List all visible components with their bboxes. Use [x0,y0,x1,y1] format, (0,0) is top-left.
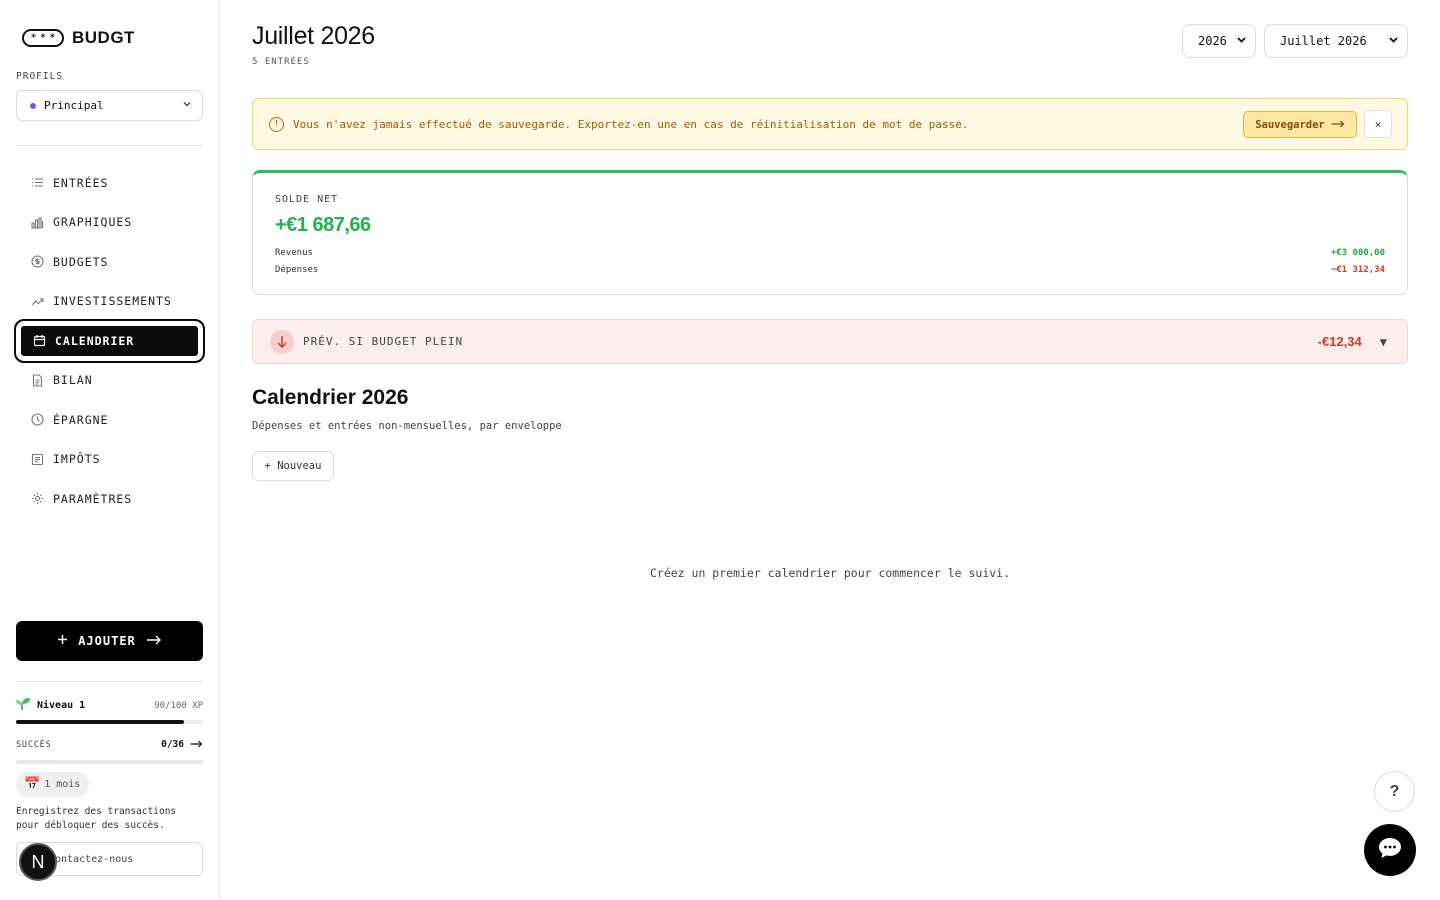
add-entry-button[interactable]: AJOUTER [16,621,203,661]
chat-bubble-icon [1378,837,1402,863]
document-icon [30,373,44,387]
contact-label: Contactez-nous [49,853,134,865]
sidebar-nav: ENTRÉES GRAPHIQUES BUDGETS INVESTISSEMEN… [14,163,205,519]
sidebar-item-label: BUDGETS [53,254,109,269]
sidebar-item-calendrier[interactable]: CALENDRIER [14,319,205,363]
sidebar-item-epargne[interactable]: ÉPARGNE [16,400,203,440]
calendar-title: Calendrier 2026 [252,386,409,409]
gear-icon [30,492,44,506]
chat-button[interactable] [1364,824,1416,876]
plus-icon [57,634,68,648]
calendar-icon [32,334,46,348]
close-icon[interactable]: × [1364,110,1392,138]
sprout-icon [16,697,31,714]
year-select[interactable]: 2026 [1182,24,1256,58]
chevron-down-icon [182,99,192,112]
revenue-value: +€3 000,00 [1330,248,1385,258]
brand-logo[interactable]: * * * BUDGT [22,28,135,48]
backup-save-button[interactable]: Sauvegarder [1243,111,1357,138]
xp-progress-bar [16,720,203,724]
sidebar-item-entrees[interactable]: ENTRÉES [16,163,203,203]
year-select-value: 2026 [1198,34,1227,48]
save-button-label: Sauvegarder [1255,118,1325,131]
level-label: Niveau 1 [37,700,86,711]
receipt-icon [30,452,44,466]
sidebar-divider [16,681,203,682]
caret-down-icon: ▼ [1379,334,1387,349]
sidebar-item-label: PARAMÈTRES [53,491,133,506]
month-select-value: Juillet 2026 [1280,34,1367,48]
achievement-hint: Enregistrez des transactions pour débloq… [16,806,177,831]
warning-text: Vous n'avez jamais effectué de sauvegard… [293,117,969,131]
sidebar-item-label: BILAN [53,373,93,388]
net-balance-card: SOLDE NET +€1 687,66 Revenus +€3 000,00 … [252,170,1408,295]
entries-count: 5 ENTRÉES [252,57,310,67]
profile-select[interactable]: Principal [16,90,203,121]
empty-state-message: Créez un premier calendrier pour commenc… [649,566,1011,580]
expense-value: −€1 312,34 [1330,265,1385,275]
arrow-right-icon [190,738,203,751]
level-row: Niveau 1 90/100 XP [16,697,203,714]
calendar-subtitle: Dépenses et entrées non-mensuelles, par … [252,420,562,432]
sidebar-item-parametres[interactable]: PARAMÈTRES [16,479,203,519]
brand-name: BUDGT [72,28,135,47]
forecast-value: -€12,34 [1317,334,1362,349]
xp-text: 90/100 XP [154,700,203,711]
sidebar: * * * BUDGT PROFILS Principal ENTRÉES GRAP… [0,0,220,900]
achievements-progress-bar [16,760,203,764]
sidebar-item-label: CALENDRIER [55,333,135,348]
sidebar-item-label: INVESTISSEMENTS [53,294,172,309]
expense-row: Dépenses −€1 312,34 [275,265,1385,275]
revenue-row: Revenus +€3 000,00 [275,248,1385,258]
profile-color-dot [30,102,36,109]
trending-up-icon [30,294,44,308]
chevron-down-icon [1388,34,1399,48]
page-title: Juillet 2026 [252,22,375,50]
new-calendar-button[interactable]: + Nouveau [252,451,334,481]
xp-progress-fill [16,720,185,724]
n-badge-icon[interactable]: N [19,843,57,881]
arrow-right-icon [1331,119,1345,131]
forecast-collapsible[interactable]: PRÉV. SI BUDGET PLEIN -€12,34 ▼ [252,319,1408,364]
chevron-down-icon [1236,34,1247,48]
sidebar-item-graphiques[interactable]: GRAPHIQUES [16,203,203,243]
streak-label: 1 mois [44,779,81,790]
sidebar-item-investissements[interactable]: INVESTISSEMENTS [16,282,203,322]
net-balance-value: +€1 687,66 [275,214,371,236]
help-button[interactable]: ? [1374,771,1415,812]
expense-label: Dépenses [275,265,319,275]
achievements-row[interactable]: SUCCÈS 0/36 [16,738,203,751]
sidebar-item-label: GRAPHIQUES [53,215,133,230]
bar-chart-icon [30,215,44,229]
arrow-down-icon [270,329,294,354]
sidebar-item-label: ENTRÉES [53,175,109,190]
sidebar-item-label: IMPÔTS [53,452,101,467]
sidebar-item-budgets[interactable]: BUDGETS [16,242,203,282]
sidebar-item-label: ÉPARGNE [53,412,109,427]
streak-badge: 📅 1 mois [16,772,90,797]
calendar-emoji-icon: 📅 [24,777,41,792]
achievements-count: 0/36 [161,739,184,750]
month-select[interactable]: Juillet 2026 [1264,24,1408,58]
coin-icon [30,255,44,269]
add-button-label: AJOUTER [78,634,136,648]
profiles-label: PROFILS [16,71,64,82]
logo-mark-icon: * * * [22,29,64,47]
achievements-label: SUCCÈS [16,739,52,750]
sidebar-divider [16,145,203,146]
arrow-right-icon [146,634,162,648]
profile-selected-label: Principal [44,99,104,112]
net-balance-label: SOLDE NET [275,194,339,205]
forecast-label: PRÉV. SI BUDGET PLEIN [303,335,464,348]
sidebar-item-impots[interactable]: IMPÔTS [16,440,203,480]
revenue-label: Revenus [275,248,313,258]
list-icon [30,176,44,190]
warning-icon: ! [269,116,284,132]
backup-warning-banner: ! Vous n'avez jamais effectué de sauvega… [252,98,1408,150]
clock-icon [30,413,44,427]
sidebar-item-bilan[interactable]: BILAN [16,361,203,401]
